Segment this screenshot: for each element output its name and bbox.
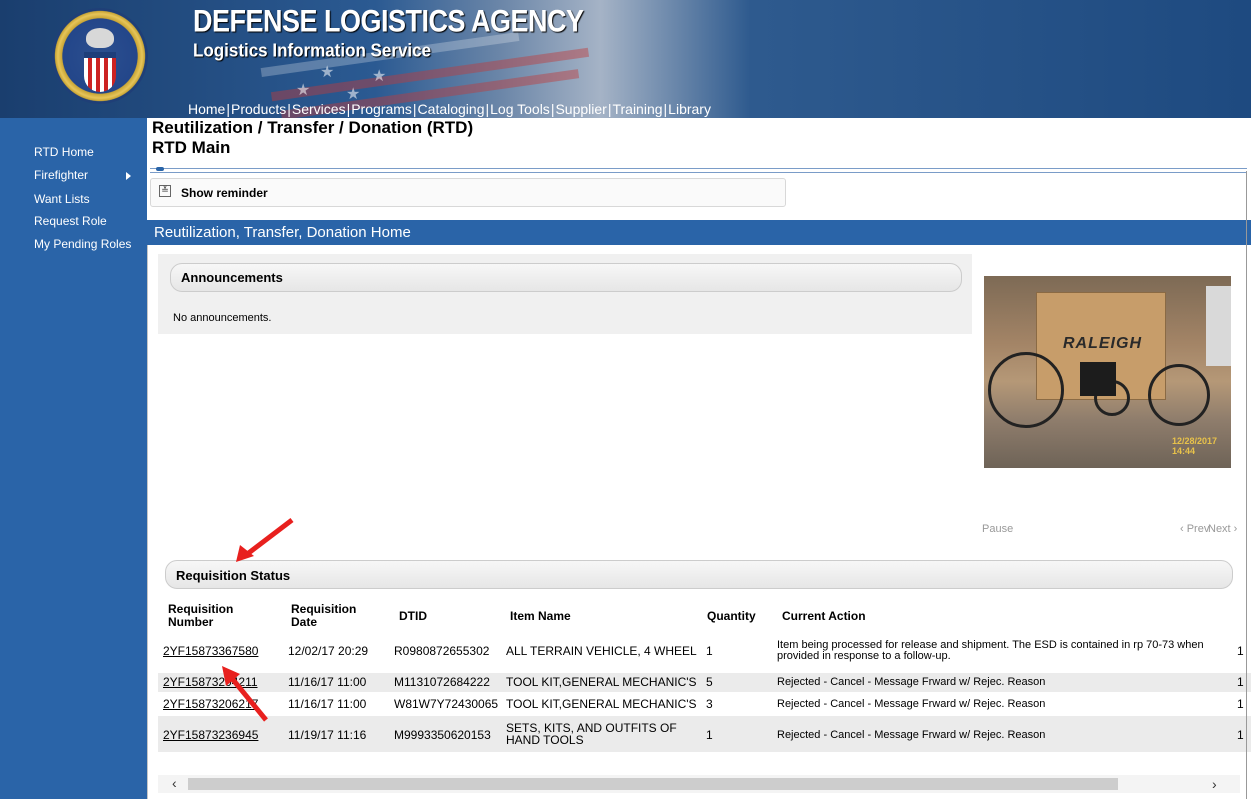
- section-title: Reutilization, Transfer, Donation Home: [154, 224, 411, 241]
- quantity: 1: [706, 644, 713, 658]
- carousel-next-button[interactable]: Next ›: [1208, 523, 1237, 535]
- sidebar-item-want-lists[interactable]: Want Lists: [34, 192, 90, 206]
- nav-products[interactable]: Products: [230, 101, 287, 117]
- page-subtitle: RTD Main: [152, 138, 231, 157]
- requisition-date: 11/16/17 11:00: [288, 697, 367, 711]
- dtid: M1131072684222: [394, 675, 490, 689]
- announcements-text: No announcements.: [173, 312, 272, 324]
- column-header-requisition-number: Requisition Number: [168, 602, 234, 629]
- nav-library[interactable]: Library: [667, 101, 712, 117]
- nav-cataloging[interactable]: Cataloging: [417, 101, 486, 117]
- column-header-item-name: Item Name: [510, 609, 571, 623]
- nav-separator: |: [412, 101, 417, 117]
- sidebar: RTD Home Firefighter Want Lists Request …: [0, 118, 147, 799]
- column-header-requisition-date: Requisition Date: [291, 602, 357, 629]
- announcements-header: Announcements: [170, 263, 962, 292]
- nav-supplier[interactable]: Supplier: [554, 101, 607, 117]
- photo-brand-text: RALEIGH: [1063, 335, 1142, 352]
- nav-programs[interactable]: Programs: [350, 101, 413, 117]
- requisition-date: 12/02/17 20:29: [288, 644, 369, 658]
- service-name: Logistics Information Service: [193, 40, 432, 61]
- column-header-current-action: Current Action: [782, 609, 866, 623]
- current-action: Rejected - Cancel - Message Frward w/ Re…: [777, 729, 1046, 741]
- horizontal-scrollbar[interactable]: ‹ ›: [158, 775, 1240, 793]
- quantity: 3: [706, 697, 713, 711]
- item-name: TOOL KIT,GENERAL MECHANIC'S: [506, 697, 697, 711]
- nav-training[interactable]: Training: [611, 101, 663, 117]
- current-action: Rejected - Cancel - Message Frward w/ Re…: [777, 676, 1046, 688]
- dtid: W81W7Y72430065: [394, 697, 499, 711]
- sidebar-item-label: Firefighter: [34, 168, 89, 182]
- agency-name: DEFENSE LOGISTICS AGENCY: [193, 4, 584, 39]
- nav-home[interactable]: Home: [187, 101, 226, 117]
- row-extra-value: 1: [1237, 644, 1244, 658]
- caret-right-icon: [126, 172, 131, 180]
- row-extra-value: 1: [1237, 697, 1244, 711]
- chevron-double-down-icon: ≚: [159, 185, 171, 197]
- quantity: 5: [706, 675, 713, 689]
- divider: [150, 167, 1247, 173]
- scroll-left-icon[interactable]: ‹: [172, 775, 177, 791]
- nav-services[interactable]: Services: [291, 101, 347, 117]
- announcements-title: Announcements: [181, 270, 283, 285]
- requisition-date: 11/19/17 11:16: [288, 728, 367, 742]
- quantity: 1: [706, 728, 713, 742]
- red-arrow-annotation: [236, 518, 294, 562]
- requisition-status-header: Requisition Status: [165, 560, 1233, 589]
- scroll-right-icon[interactable]: ›: [1212, 776, 1217, 792]
- top-navigation: Home|Products|Services|Programs|Catalogi…: [187, 101, 712, 117]
- item-name: SETS, KITS, AND OUTFITS OF HAND TOOLS: [506, 721, 677, 747]
- sidebar-item-my-pending-roles[interactable]: My Pending Roles: [34, 237, 131, 251]
- scrollbar-thumb[interactable]: [188, 778, 1118, 790]
- red-arrow-annotation: [222, 666, 268, 722]
- show-reminder-toggle[interactable]: ≚ Show reminder: [150, 178, 786, 207]
- item-name: TOOL KIT,GENERAL MECHANIC'S: [506, 675, 697, 689]
- page-title: Reutilization / Transfer / Donation (RTD…: [152, 118, 474, 137]
- requisition-number-link[interactable]: 2YF15873367580: [163, 645, 258, 657]
- dtid: R0980872655302: [394, 644, 490, 658]
- requisition-number-link[interactable]: 2YF15873236945: [163, 729, 258, 741]
- dtid: M9993350620153: [394, 728, 491, 742]
- divider: [1246, 171, 1247, 799]
- row-extra-value: 1: [1237, 728, 1244, 742]
- section-header: Reutilization, Transfer, Donation Home: [147, 220, 1251, 245]
- dla-seal-logo: [52, 8, 148, 104]
- column-header-quantity: Quantity: [707, 609, 756, 623]
- item-name: ALL TERRAIN VEHICLE, 4 WHEEL: [506, 644, 697, 658]
- nav-log-tools[interactable]: Log Tools: [489, 101, 551, 117]
- requisition-status-title: Requisition Status: [176, 568, 291, 583]
- row-extra-value: 1: [1237, 675, 1244, 689]
- current-action: Item being processed for release and shi…: [777, 639, 1204, 662]
- sidebar-item-firefighter[interactable]: Firefighter: [34, 168, 131, 182]
- carousel-prev-button[interactable]: ‹ Prev: [1180, 523, 1209, 535]
- photo-timestamp: 12/28/2017 14:44: [1172, 436, 1218, 456]
- site-banner: ★ ★ ★ ★ DEFENSE LOGISTICS AGENCY Logisti…: [0, 0, 1251, 118]
- show-reminder-label: Show reminder: [181, 186, 268, 200]
- sidebar-item-request-role[interactable]: Request Role: [34, 214, 107, 228]
- sidebar-item-rtd-home[interactable]: RTD Home: [34, 145, 94, 159]
- requisition-date: 11/16/17 11:00: [288, 675, 367, 689]
- column-header-dtid: DTID: [399, 609, 427, 623]
- carousel-pause-button[interactable]: Pause: [982, 523, 1013, 535]
- carousel-image[interactable]: RALEIGH 12/28/2017 14:44: [984, 276, 1231, 468]
- current-action: Rejected - Cancel - Message Frward w/ Re…: [777, 698, 1046, 710]
